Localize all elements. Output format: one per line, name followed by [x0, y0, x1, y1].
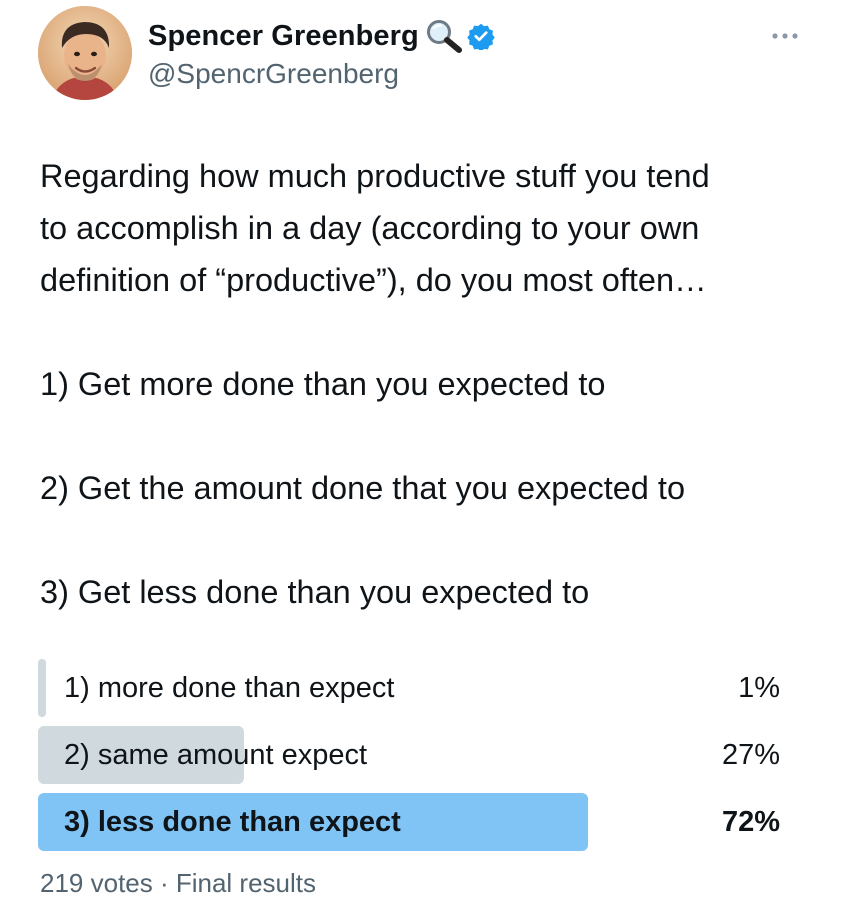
poll-option[interactable]: 2) same amount expect 27%	[38, 726, 780, 784]
poll-option-label: 1) more done than expect	[64, 672, 395, 704]
tweet-header: Spencer Greenberg @SpencrGreenberg	[38, 6, 808, 106]
poll-bar	[38, 659, 46, 717]
verified-icon	[467, 22, 495, 52]
poll: 1) more done than expect 1% 2) same amou…	[38, 659, 780, 860]
poll-option-label: 2) same amount expect	[64, 739, 368, 771]
poll-option[interactable]: 3) less done than expect 72%	[38, 793, 780, 851]
magnifier-icon	[425, 18, 465, 54]
tweet-text-line: Regarding how much productive stuff you …	[40, 158, 710, 194]
more-icon[interactable]	[770, 28, 800, 39]
poll-footer: 219 votes · Final results	[40, 868, 317, 898]
display-name[interactable]: Spencer Greenberg	[148, 20, 419, 53]
handle[interactable]: @SpencrGreenberg	[148, 58, 399, 90]
poll-option-percent: 72%	[721, 806, 780, 838]
tweet-text-line: to accomplish in a day (according to you…	[40, 210, 700, 246]
tweet-text: Regarding how much productive stuff you …	[40, 150, 820, 618]
tweet-option-line: 3) Get less done than you expected to	[40, 574, 590, 610]
name-row: Spencer Greenberg	[148, 16, 495, 56]
avatar[interactable]	[38, 6, 132, 100]
poll-option[interactable]: 1) more done than expect 1%	[38, 659, 780, 717]
tweet-option-line: 2) Get the amount done that you expected…	[40, 470, 686, 506]
tweet-text-line: definition of “productive”), do you most…	[40, 262, 707, 298]
poll-option-percent: 27%	[721, 739, 780, 771]
tweet-option-line: 1) Get more done than you expected to	[40, 366, 606, 402]
poll-option-label: 3) less done than expect	[64, 806, 401, 838]
poll-option-percent: 1%	[738, 672, 780, 704]
